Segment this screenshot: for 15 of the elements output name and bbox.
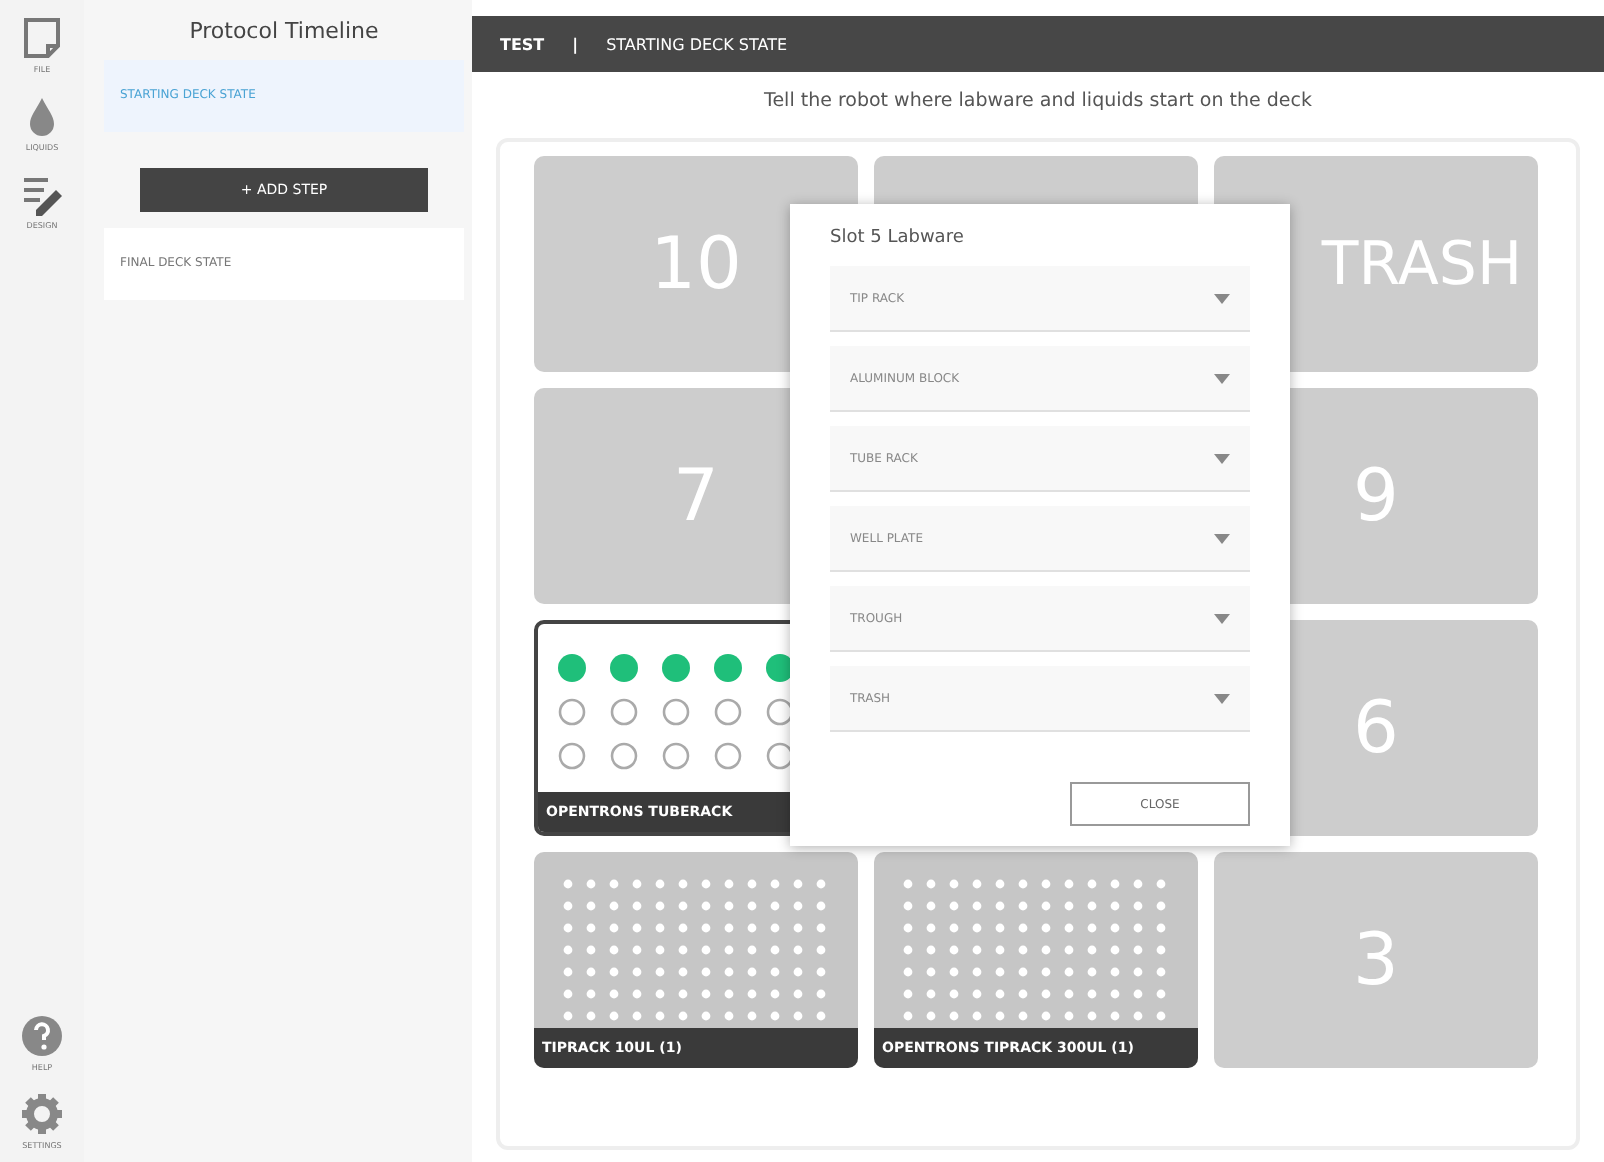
help-icon xyxy=(20,1014,64,1058)
chevron-down-icon xyxy=(1214,373,1230,383)
protocol-name: TEST xyxy=(500,35,545,53)
chevron-down-icon xyxy=(1214,533,1230,543)
sidebar-title: Protocol Timeline xyxy=(187,16,381,48)
separator: | xyxy=(572,35,579,53)
pencil-list-icon xyxy=(20,172,64,216)
chevron-down-icon xyxy=(1214,613,1230,623)
chevron-down-icon xyxy=(1214,693,1230,703)
settings-icon xyxy=(20,1092,64,1136)
chevron-down-icon xyxy=(1214,453,1230,463)
file-icon xyxy=(20,16,64,60)
instructions-text: Tell the robot where labware and liquids start on the deck xyxy=(762,88,1314,116)
chevron-down-icon xyxy=(1214,293,1230,303)
page-title: STARTING DECK STATE xyxy=(606,35,788,53)
